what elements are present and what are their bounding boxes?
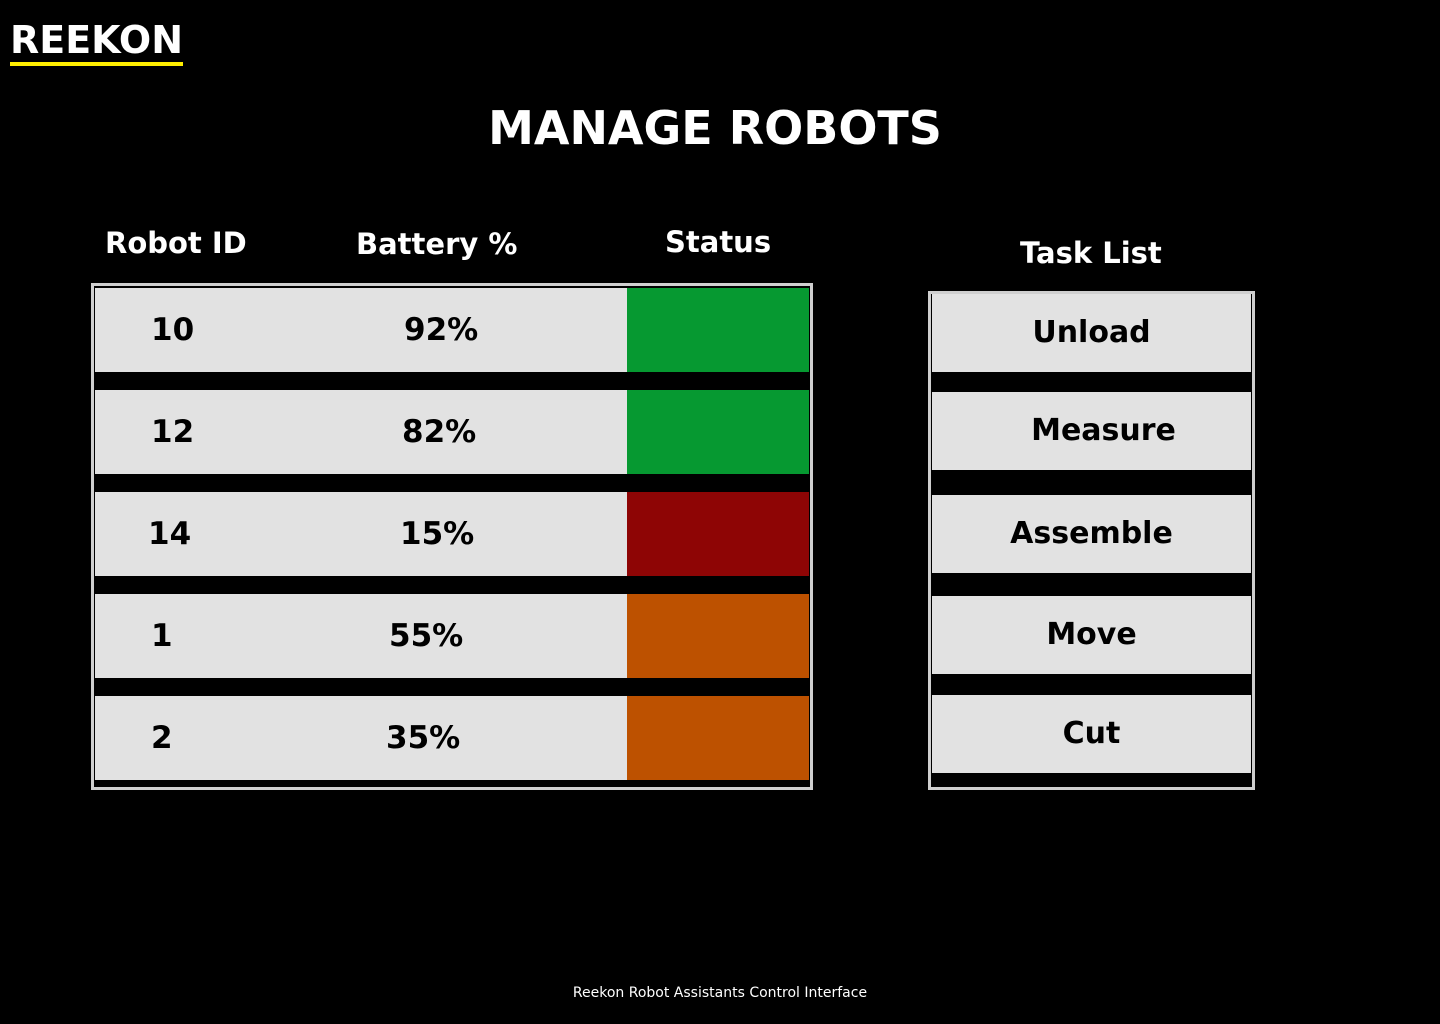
robot-battery: 55% xyxy=(389,618,464,654)
robot-status-indicator xyxy=(627,492,809,576)
robot-id: 2 xyxy=(151,720,173,756)
robot-battery: 92% xyxy=(404,312,479,348)
robot-row[interactable]: 12 82% xyxy=(95,390,809,474)
robot-battery: 15% xyxy=(400,516,475,552)
robot-status-indicator xyxy=(627,594,809,678)
task-item-cut[interactable]: Cut xyxy=(932,695,1251,773)
task-item-measure[interactable]: Measure xyxy=(932,392,1251,470)
robot-battery: 82% xyxy=(402,414,477,450)
task-list: Unload Measure Assemble Move Cut xyxy=(928,291,1255,790)
robot-id: 10 xyxy=(151,312,195,348)
robot-status-indicator xyxy=(627,390,809,474)
robot-id: 12 xyxy=(151,414,195,450)
robot-battery: 35% xyxy=(386,720,461,756)
robots-table: 10 92% 12 82% 14 15% 1 55% 2 35% xyxy=(91,283,813,790)
page-title: MANAGE ROBOTS xyxy=(488,101,942,155)
task-item-unload[interactable]: Unload xyxy=(932,294,1251,372)
robot-row[interactable]: 2 35% xyxy=(95,696,809,780)
page: REEKON MANAGE ROBOTS Robot ID Battery % … xyxy=(0,0,1440,1024)
column-header-battery: Battery % xyxy=(356,227,518,261)
robot-row[interactable]: 10 92% xyxy=(95,288,809,372)
task-list-header: Task List xyxy=(1020,236,1162,270)
task-item-assemble[interactable]: Assemble xyxy=(932,495,1251,573)
column-header-status: Status xyxy=(665,225,772,259)
robot-id: 1 xyxy=(151,618,173,654)
task-item-move[interactable]: Move xyxy=(932,596,1251,674)
robot-id: 14 xyxy=(148,516,192,552)
brand-logo[interactable]: REEKON xyxy=(10,18,184,66)
column-header-robot-id: Robot ID xyxy=(105,226,247,260)
robot-status-indicator xyxy=(627,288,809,372)
robot-row[interactable]: 1 55% xyxy=(95,594,809,678)
robot-status-indicator xyxy=(627,696,809,780)
robot-row[interactable]: 14 15% xyxy=(95,492,809,576)
footer-caption: Reekon Robot Assistants Control Interfac… xyxy=(572,985,868,1001)
